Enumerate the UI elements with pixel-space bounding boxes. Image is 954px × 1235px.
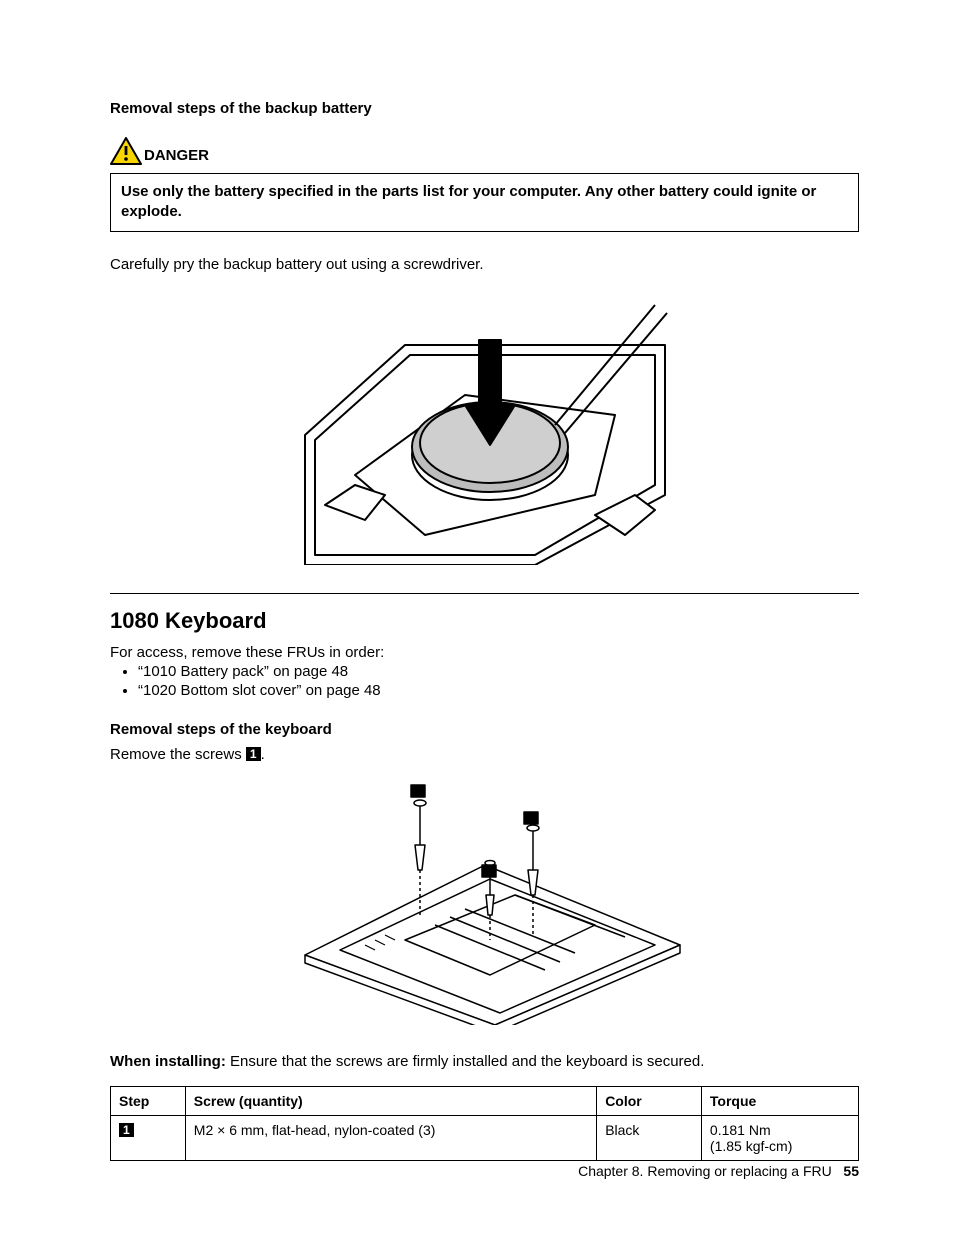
danger-box: Use only the battery specified in the pa…	[110, 173, 859, 232]
screw-table: Step Screw (quantity) Color Torque 1 M2 …	[110, 1086, 859, 1161]
figure-backup-battery	[110, 285, 859, 569]
figure-keyboard: 1 1 1	[110, 775, 859, 1029]
td-step: 1	[111, 1115, 186, 1160]
backup-battery-title: Removal steps of the backup battery	[110, 100, 859, 117]
th-screw: Screw (quantity)	[185, 1086, 596, 1115]
remove-prefix: Remove the screws	[110, 746, 246, 763]
divider	[110, 593, 859, 594]
svg-text:1: 1	[415, 787, 421, 798]
list-item: “1020 Bottom slot cover” on page 48	[138, 682, 859, 699]
td-torque: 0.181 Nm (1.85 kgf-cm)	[701, 1115, 858, 1160]
keyboard-heading: 1080 Keyboard	[110, 608, 859, 634]
frus-list: “1010 Battery pack” on page 48 “1020 Bot…	[110, 663, 859, 699]
frus-intro: For access, remove these FRUs in order:	[110, 644, 859, 661]
installing-text: Ensure that the screws are firmly instal…	[226, 1053, 705, 1070]
th-color: Color	[597, 1086, 702, 1115]
danger-label: DANGER	[144, 148, 209, 165]
remove-screws-line: Remove the screws 1.	[110, 746, 859, 763]
page: Removal steps of the backup battery DANG…	[0, 0, 954, 1235]
td-screw: M2 × 6 mm, flat-head, nylon-coated (3)	[185, 1115, 596, 1160]
th-torque: Torque	[701, 1086, 858, 1115]
page-footer: Chapter 8. Removing or replacing a FRU 5…	[578, 1163, 859, 1179]
torque-nm: 0.181 Nm	[710, 1122, 771, 1138]
svg-text:1: 1	[528, 814, 534, 825]
remove-suffix: .	[261, 746, 265, 763]
td-color: Black	[597, 1115, 702, 1160]
installing-label: When installing:	[110, 1053, 226, 1070]
footer-page-number: 55	[843, 1163, 859, 1179]
danger-heading: DANGER	[110, 137, 859, 165]
backup-battery-instruction: Carefully pry the backup battery out usi…	[110, 256, 859, 273]
torque-kgfcm: (1.85 kgf-cm)	[710, 1138, 792, 1154]
step-badge-icon: 1	[119, 1123, 134, 1137]
table-row: 1 M2 × 6 mm, flat-head, nylon-coated (3)…	[111, 1115, 859, 1160]
svg-text:1: 1	[486, 867, 492, 878]
warning-icon	[110, 137, 142, 165]
th-step: Step	[111, 1086, 186, 1115]
keyboard-removal-title: Removal steps of the keyboard	[110, 721, 859, 738]
table-header-row: Step Screw (quantity) Color Torque	[111, 1086, 859, 1115]
list-item: “1010 Battery pack” on page 48	[138, 663, 859, 680]
step-badge-icon: 1	[246, 747, 261, 761]
installing-note: When installing: Ensure that the screws …	[110, 1053, 859, 1070]
footer-chapter: Chapter 8. Removing or replacing a FRU	[578, 1163, 832, 1179]
